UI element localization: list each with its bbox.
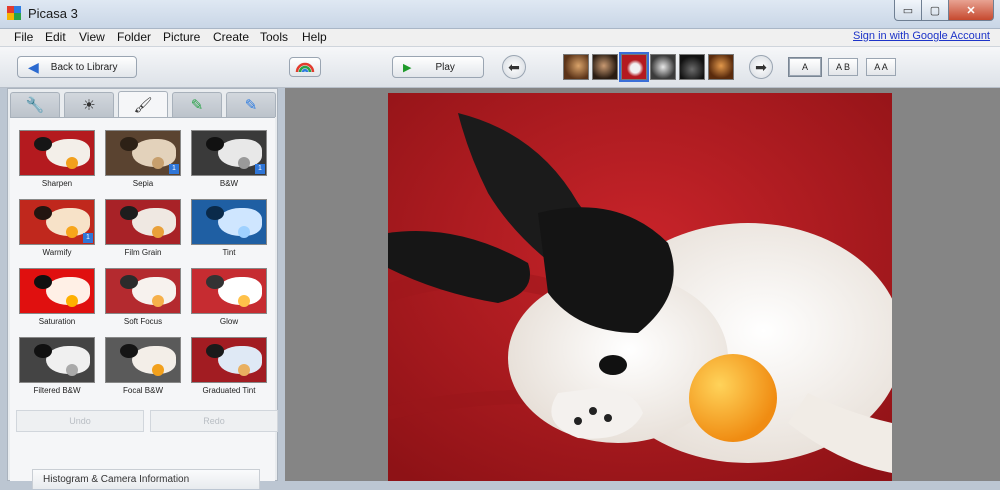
picasa-logo-icon [7, 6, 21, 20]
undo-button[interactable]: Undo [16, 410, 144, 432]
histogram-camera-info-button[interactable]: Histogram & Camera Information [32, 469, 260, 489]
effect-thumbnail: 1 [105, 130, 181, 176]
puppy-photo-image [388, 93, 892, 481]
thumbnail[interactable] [592, 54, 618, 80]
effect-focal-b-w[interactable]: Focal B&W [103, 337, 183, 399]
thumbnail[interactable] [708, 54, 734, 80]
thumbnail-strip [563, 52, 734, 82]
effect-sepia[interactable]: 1 Sepia [103, 130, 183, 192]
effect-badge: 1 [255, 164, 265, 174]
effect-thumbnail [191, 199, 267, 245]
next-photo-button[interactable]: ➡ [749, 55, 773, 79]
menu-bar: File Edit View Folder Picture Create Too… [0, 29, 1000, 47]
effect-label: Sharpen [41, 179, 73, 188]
play-icon: ▶ [403, 61, 412, 74]
menu-folder[interactable]: Folder [117, 30, 151, 44]
effect-saturation[interactable]: Saturation [17, 268, 97, 330]
effect-graduated-tint[interactable]: Graduated Tint [189, 337, 269, 399]
minimize-button[interactable]: ▭ [894, 0, 922, 21]
thumbnail-selected[interactable] [619, 52, 649, 82]
effect-soft-focus[interactable]: Soft Focus [103, 268, 183, 330]
effect-badge: 1 [169, 164, 179, 174]
back-to-library-label: Back to Library [50, 61, 118, 73]
tab-effects-3[interactable]: ✎ [226, 92, 276, 117]
main-photo[interactable] [388, 93, 892, 481]
menu-create[interactable]: Create [213, 30, 249, 44]
effect-filtered-b-w[interactable]: Filtered B&W [17, 337, 97, 399]
play-label: Play [435, 61, 455, 73]
effect-thumbnail [191, 337, 267, 383]
photo-viewer [285, 88, 1000, 481]
before-after-view-button[interactable]: A A [866, 58, 896, 76]
brush-icon: 🖌 [133, 96, 153, 114]
picture-edit-icon: ✎ [244, 97, 258, 114]
thumbnail[interactable] [650, 54, 676, 80]
effect-thumbnail [105, 268, 181, 314]
effect-label: Warmify [42, 248, 72, 257]
effects-panel: Sharpen 1 Sepia 1 B&W 1 Warmify Film Grain Tint S… [10, 117, 278, 489]
effect-thumbnail [19, 130, 95, 176]
effect-tint[interactable]: Tint [189, 199, 269, 261]
effect-thumbnail: 1 [191, 130, 267, 176]
menu-file[interactable]: File [14, 30, 33, 44]
effect-thumbnail [105, 199, 181, 245]
effect-label: Tint [222, 248, 236, 257]
tab-tuning[interactable]: ☀ [64, 92, 114, 117]
edit-panel: 🔧 ☀ 🖌 ✎ ✎ Sharpen 1 Sepia 1 B&W 1 Warmify Film … [7, 88, 278, 489]
play-slideshow-button[interactable]: ▶ Play [392, 56, 484, 78]
back-to-library-button[interactable]: ◀ Back to Library [17, 56, 137, 78]
effect-badge: 1 [83, 233, 93, 243]
effect-thumbnail [105, 337, 181, 383]
effect-thumbnail [19, 268, 95, 314]
effect-thumbnail [19, 337, 95, 383]
effect-label: B&W [219, 179, 239, 188]
effect-label: Filtered B&W [33, 386, 81, 395]
effect-thumbnail [191, 268, 267, 314]
menu-picture[interactable]: Picture [163, 30, 200, 44]
redo-button[interactable]: Redo [150, 410, 278, 432]
close-button[interactable]: ✕ [948, 0, 994, 21]
effect-label: Sepia [132, 179, 154, 188]
effect-sharpen[interactable]: Sharpen [17, 130, 97, 192]
menu-edit[interactable]: Edit [45, 30, 66, 44]
menu-help[interactable]: Help [302, 30, 327, 44]
toolbar: ◀ Back to Library ▶ Play ⬅ ➡ A A B A A [0, 47, 1000, 88]
sign-in-link[interactable]: Sign in with Google Account [853, 30, 990, 42]
effect-film-grain[interactable]: Film Grain [103, 199, 183, 261]
tab-effects-2[interactable]: ✎ [172, 92, 222, 117]
maximize-button[interactable]: ▢ [921, 0, 949, 21]
previous-photo-button[interactable]: ⬅ [502, 55, 526, 79]
effect-b-w[interactable]: 1 B&W [189, 130, 269, 192]
effect-label: Soft Focus [123, 317, 163, 326]
single-view-button[interactable]: A [788, 57, 822, 77]
wrench-icon: 🔧 [25, 97, 45, 114]
effects-grid: Sharpen 1 Sepia 1 B&W 1 Warmify Film Grain Tint S… [17, 130, 269, 399]
menu-view[interactable]: View [79, 30, 105, 44]
tab-basic-fixes[interactable]: 🔧 [10, 92, 60, 117]
effect-warmify[interactable]: 1 Warmify [17, 199, 97, 261]
tab-effects[interactable]: 🖌 [118, 91, 168, 117]
retouch-button[interactable] [289, 57, 321, 77]
rainbow-icon [295, 62, 315, 73]
effect-label: Glow [219, 317, 239, 326]
thumbnail[interactable] [563, 54, 589, 80]
title-bar: Picasa 3 ▭ ▢ ✕ [0, 0, 1000, 29]
effect-label: Saturation [38, 317, 76, 326]
effect-thumbnail: 1 [19, 199, 95, 245]
compare-view-button[interactable]: A B [828, 58, 858, 76]
effect-label: Graduated Tint [202, 386, 256, 395]
sun-icon: ☀ [82, 97, 96, 114]
window-title: Picasa 3 [28, 6, 78, 21]
thumbnail[interactable] [679, 54, 705, 80]
effect-label: Film Grain [124, 248, 162, 257]
picture-brush-icon: ✎ [190, 97, 204, 114]
menu-tools[interactable]: Tools [260, 30, 288, 44]
effect-glow[interactable]: Glow [189, 268, 269, 330]
effect-label: Focal B&W [122, 386, 163, 395]
edit-tabs: 🔧 ☀ 🖌 ✎ ✎ [8, 89, 277, 117]
back-arrow-icon: ◀ [28, 58, 39, 75]
